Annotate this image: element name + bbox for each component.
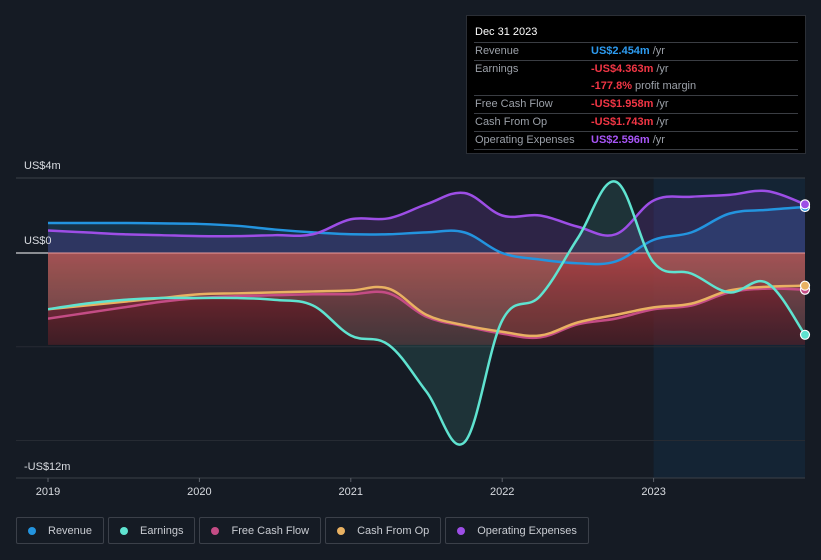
x-tick-label: 2020: [187, 486, 211, 498]
legend-item-earnings[interactable]: Earnings: [108, 517, 196, 544]
y-tick-label: US$0: [24, 235, 52, 247]
tooltip-row-label: Cash From Op: [475, 116, 548, 128]
tooltip-row-unit: /yr: [652, 134, 665, 146]
tooltip-row-unit: /yr: [652, 45, 665, 57]
tooltip-panel: Dec 31 2023 Revenue US$2.454m/yr Earnings -…: [466, 15, 806, 154]
tooltip-row: Revenue US$2.454m/yr: [474, 43, 798, 61]
tooltip-row-value: US$2.454m: [591, 45, 650, 57]
legend-item-revenue[interactable]: Revenue: [16, 517, 105, 544]
legend-item-operating-expenses[interactable]: Operating Expenses: [445, 517, 589, 544]
end-marker-operating-expenses[interactable]: [799, 199, 811, 210]
tooltip-row-label: Operating Expenses: [475, 134, 575, 146]
legend-label: Free Cash Flow: [231, 524, 310, 537]
legend-label: Earnings: [140, 524, 184, 537]
legend-label: Cash From Op: [357, 524, 430, 537]
x-tick-label: 2019: [36, 486, 60, 498]
legend-dot-icon: [457, 526, 466, 535]
end-marker-earnings[interactable]: [799, 329, 811, 340]
tooltip-row-value: -US$1.743m: [591, 116, 654, 128]
tooltip-row-unit: /yr: [656, 116, 669, 128]
tooltip-row-label: Earnings: [475, 63, 519, 75]
tooltip-row-unit: /yr: [656, 98, 669, 110]
tooltip-row: Earnings -US$4.363m/yr: [474, 61, 798, 78]
legend-item-free-cash-flow[interactable]: Free Cash Flow: [199, 517, 322, 544]
legend-item-cash-from-op[interactable]: Cash From Op: [325, 517, 442, 544]
x-tick-label: 2022: [490, 486, 514, 498]
tooltip-date: Dec 31 2023: [474, 22, 798, 43]
legend: Revenue Earnings Free Cash Flow Cash From O…: [16, 517, 589, 544]
legend-dot-icon: [28, 526, 36, 535]
tooltip-row-value: US$2.596m: [591, 134, 650, 146]
x-tick-label: 2023: [641, 486, 665, 498]
end-marker-cash-from-op[interactable]: [799, 280, 811, 291]
y-tick-label: -US$12m: [24, 461, 70, 473]
tooltip-row-unit: profit margin: [634, 80, 697, 92]
legend-dot-icon: [120, 526, 129, 535]
tooltip-row: -177.8% profit margin: [474, 78, 798, 96]
tooltip-row: Cash From Op -US$1.743m/yr: [474, 114, 798, 132]
tooltip-row-label: Revenue: [475, 45, 520, 57]
area-operating-expenses: [48, 190, 805, 253]
legend-label: Revenue: [48, 524, 93, 537]
legend-dot-icon: [211, 526, 220, 535]
tooltip-row: Free Cash Flow -US$1.958m/yr: [474, 96, 798, 114]
tooltip-row-value: -US$4.363m: [591, 63, 654, 75]
tooltip-row-value: -US$1.958m: [591, 98, 654, 110]
tooltip-row-label: [474, 78, 591, 95]
x-tick-label: 2021: [339, 486, 363, 498]
tooltip-row-unit: /yr: [656, 63, 669, 75]
tooltip-row: Operating Expenses US$2.596m/yr: [474, 132, 798, 150]
y-tick-label: US$4m: [24, 160, 61, 172]
tooltip-row-value: -177.8%: [591, 80, 632, 92]
legend-dot-icon: [337, 526, 346, 535]
legend-label: Operating Expenses: [477, 524, 577, 537]
tooltip-row-label: Free Cash Flow: [475, 98, 553, 110]
